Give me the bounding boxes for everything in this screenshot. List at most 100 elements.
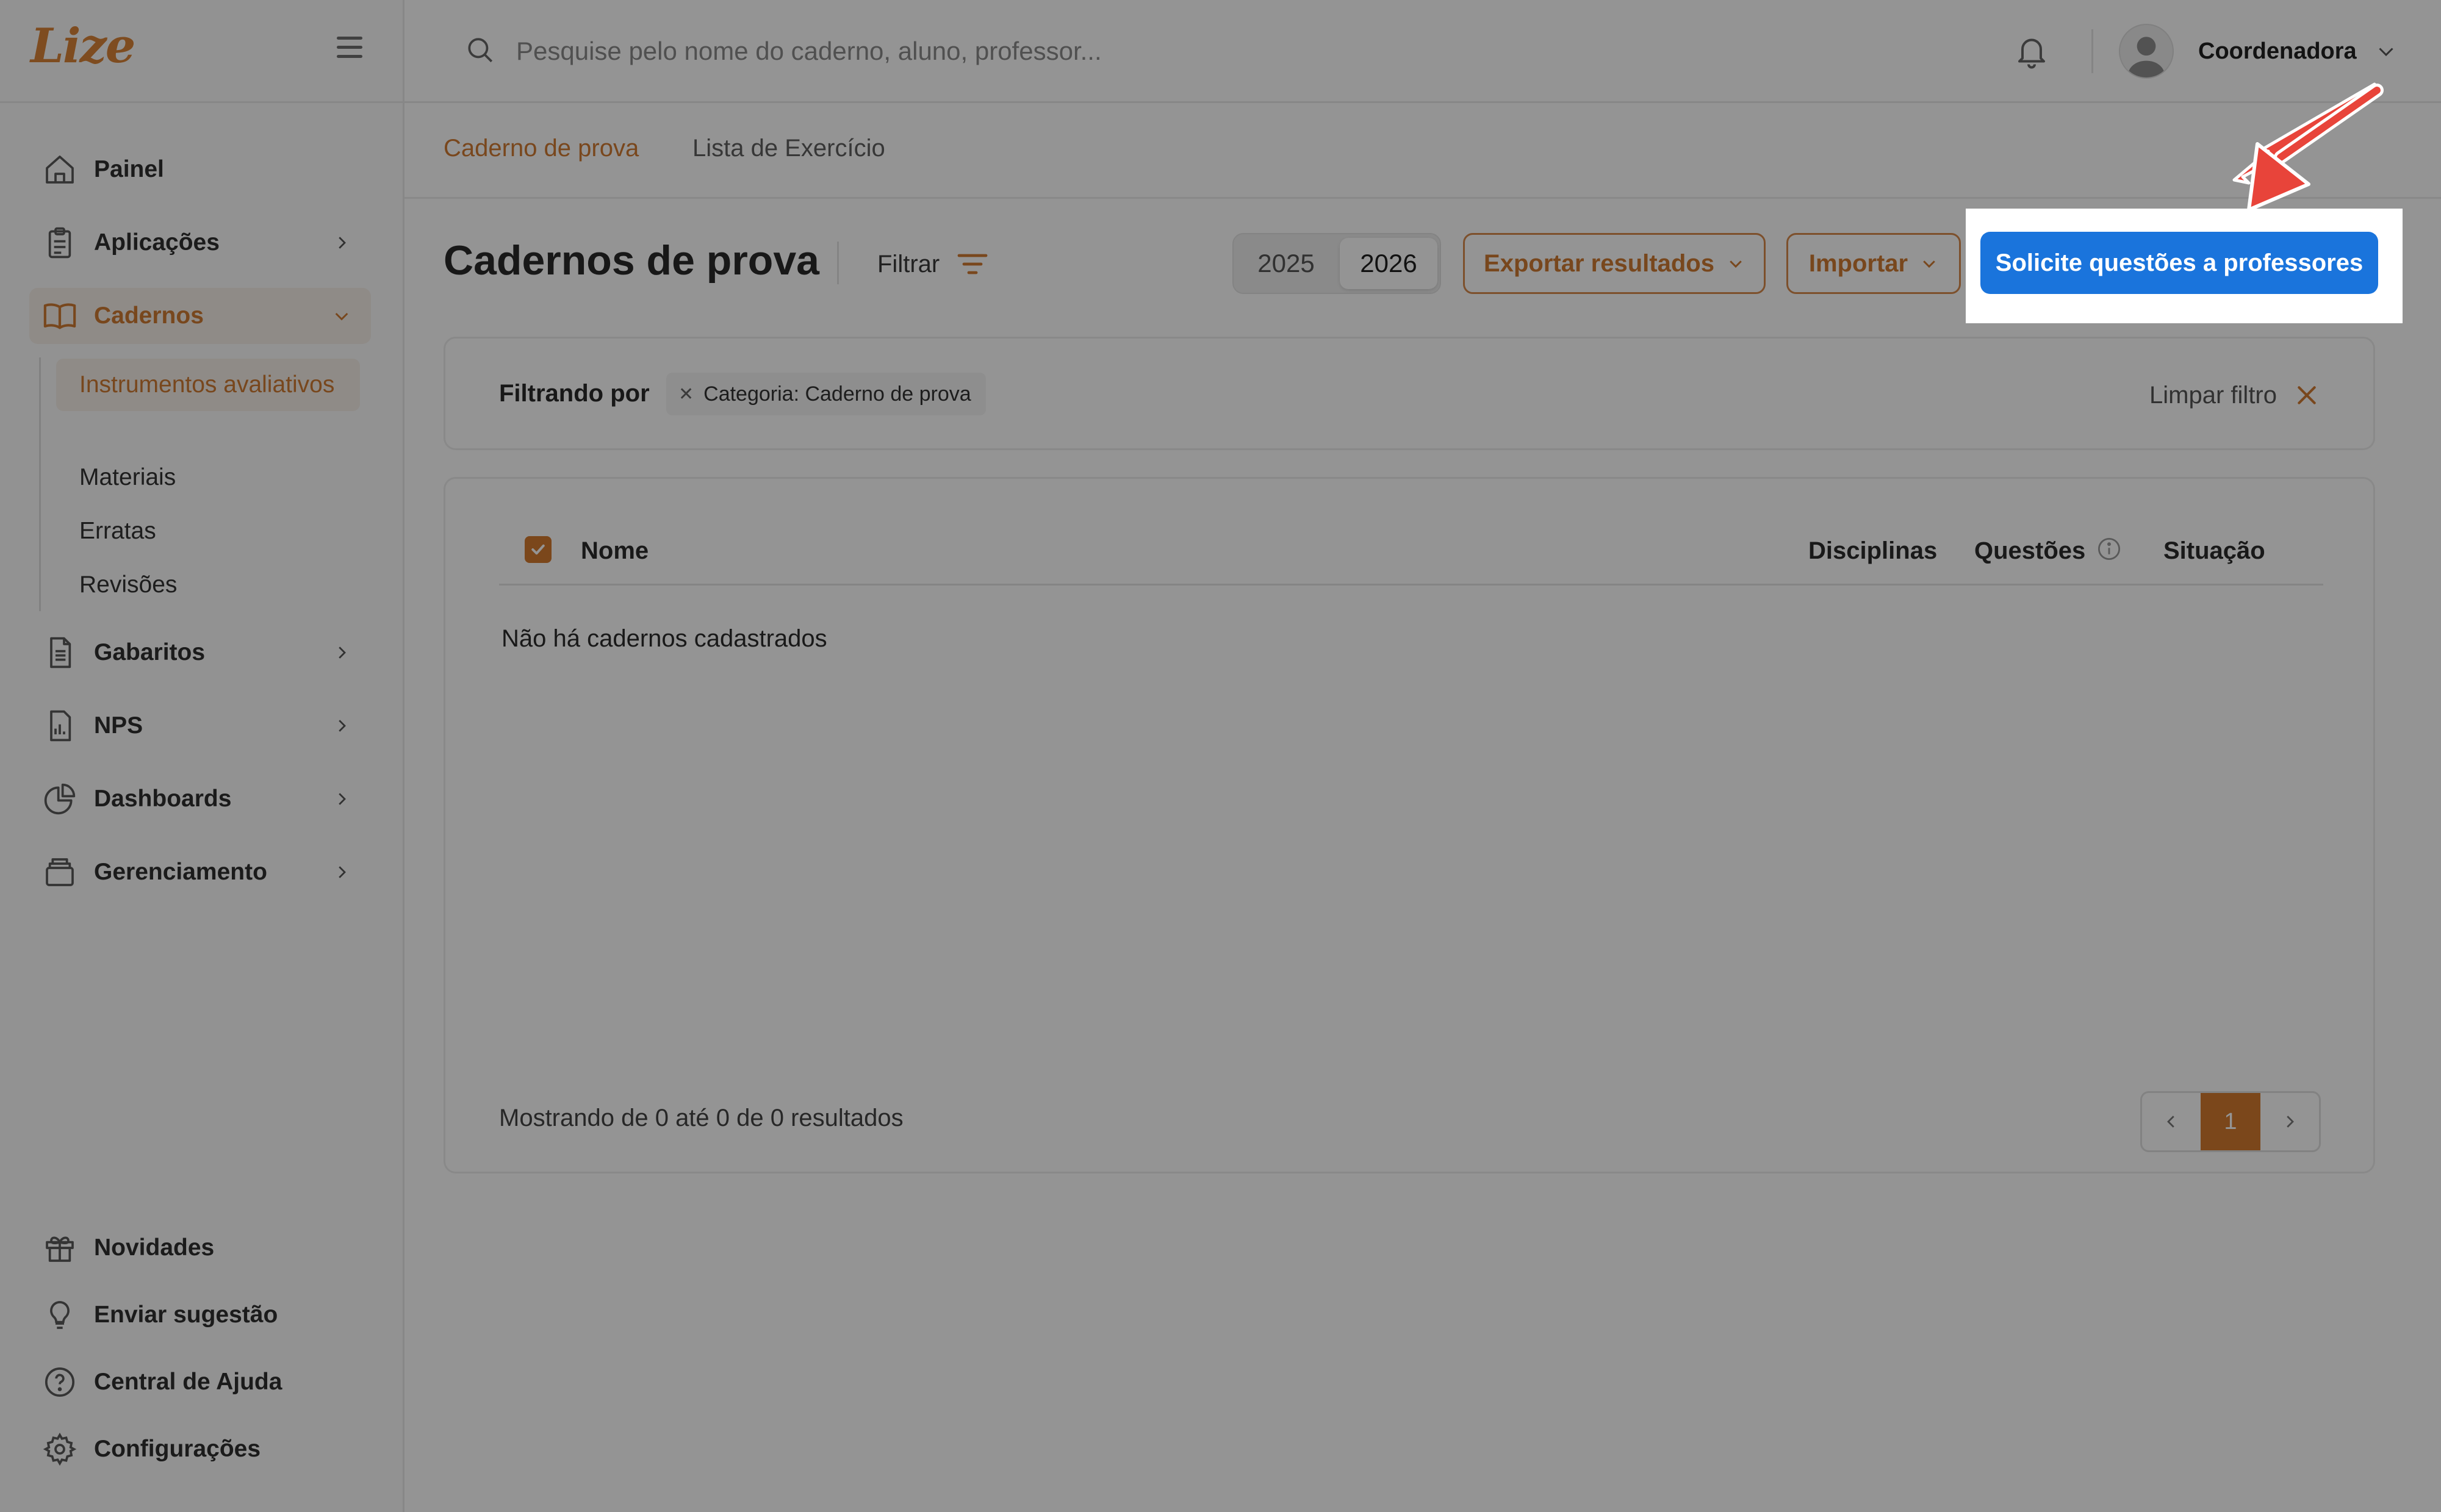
search-input[interactable] xyxy=(515,36,1494,66)
next-page-button[interactable] xyxy=(2260,1093,2319,1150)
sidebar-item-cadernos[interactable]: Cadernos xyxy=(29,288,371,344)
sidebar-subitem-revisoes[interactable]: Revisões xyxy=(56,559,360,611)
sidebar-item-label: Gerenciamento xyxy=(94,859,267,885)
overlay-mask-right xyxy=(2403,209,2441,323)
remove-chip-icon[interactable]: ✕ xyxy=(678,384,694,405)
sidebar-item-label: Central de Ajuda xyxy=(94,1369,282,1395)
column-header-disciplinas[interactable]: Disciplinas xyxy=(1808,537,1937,565)
sidebar-item-label: NPS xyxy=(94,712,143,739)
notification-bell-icon[interactable] xyxy=(2013,30,2051,72)
app-logo[interactable]: Lize xyxy=(31,18,135,74)
search-bar[interactable] xyxy=(465,29,1563,73)
export-label: Exportar resultados xyxy=(1484,249,1714,277)
filter-button[interactable]: Filtrar xyxy=(877,243,988,285)
page-number-button[interactable]: 1 xyxy=(2201,1093,2260,1150)
answer-sheet-icon xyxy=(41,634,78,671)
active-filters-bar: Filtrando por ✕ Categoria: Caderno de pr… xyxy=(444,337,2375,450)
sidebar-item-gabaritos[interactable]: Gabaritos xyxy=(29,625,371,681)
sidebar-item-configuracoes[interactable]: Configurações xyxy=(29,1421,371,1477)
export-results-button[interactable]: Exportar resultados xyxy=(1463,233,1766,294)
user-name: Coordenadora xyxy=(2198,38,2357,64)
import-button[interactable]: Importar xyxy=(1786,233,1961,294)
lightbulb-icon xyxy=(41,1297,78,1333)
chevron-down-icon xyxy=(329,304,354,328)
chevron-down-icon xyxy=(1923,260,1935,268)
sidebar-item-aplicacoes[interactable]: Aplicações xyxy=(29,215,371,271)
top-header: Coordenadora xyxy=(404,0,2441,103)
sidebar-subitem-instrumentos[interactable]: Instrumentos avaliativos xyxy=(56,359,360,411)
filter-chip-label: Categoria: Caderno de prova xyxy=(703,382,971,406)
chevron-right-icon xyxy=(329,640,354,665)
import-label: Importar xyxy=(1808,249,1908,277)
sidebar-item-central-de-ajuda[interactable]: Central de Ajuda xyxy=(29,1354,371,1410)
chevron-left-icon xyxy=(2167,1116,2174,1128)
empty-state-message: Não há cadernos cadastrados xyxy=(502,625,827,652)
chevron-right-icon xyxy=(329,231,354,255)
pie-chart-icon xyxy=(41,781,78,817)
sidebar-item-label: Aplicações xyxy=(94,229,220,256)
close-icon xyxy=(2298,386,2316,404)
column-header-nome[interactable]: Nome xyxy=(581,537,649,565)
chevron-right-icon xyxy=(329,860,354,884)
home-icon xyxy=(41,151,78,188)
sidebar-item-label: Enviar sugestão xyxy=(94,1302,278,1328)
sidebar-item-label: Gabaritos xyxy=(94,639,206,665)
sidebar: Lize Painel Aplicações Cadernos Instrume… xyxy=(0,0,404,1512)
filter-chip: ✕ Categoria: Caderno de prova xyxy=(666,373,986,415)
sidebar-subitem-erratas[interactable]: Erratas xyxy=(56,505,360,557)
select-all-checkbox[interactable] xyxy=(525,536,552,563)
title-divider xyxy=(837,242,839,284)
chevron-right-icon xyxy=(329,714,354,738)
page-title: Cadernos de prova xyxy=(444,237,819,284)
search-icon xyxy=(465,35,495,68)
filter-lines-icon xyxy=(957,254,988,274)
sidebar-item-painel[interactable]: Painel xyxy=(29,142,371,198)
sidebar-item-label: Configurações xyxy=(94,1436,261,1462)
gift-icon xyxy=(41,1230,78,1266)
request-questions-button[interactable]: Solicite questões a professores xyxy=(1980,232,2378,294)
sidebar-item-nps[interactable]: NPS xyxy=(29,698,371,754)
avatar xyxy=(2119,24,2174,79)
book-icon xyxy=(41,298,78,334)
sidebar-item-enviar-sugestao[interactable]: Enviar sugestão xyxy=(29,1287,371,1343)
chevron-right-icon xyxy=(2287,1116,2294,1128)
app-root: Lize Painel Aplicações Cadernos Instrume… xyxy=(0,0,2441,1512)
notebooks-table: Nome Disciplinas Questões Situação Não h… xyxy=(444,477,2375,1173)
hamburger-menu-icon[interactable] xyxy=(337,37,362,59)
sidebar-item-novidades[interactable]: Novidades xyxy=(29,1220,371,1276)
column-header-situacao[interactable]: Situação xyxy=(2163,537,2265,565)
filter-label: Filtrar xyxy=(877,250,940,278)
clear-filter-button[interactable]: Limpar filtro xyxy=(2149,375,2318,415)
clear-filter-label: Limpar filtro xyxy=(2149,381,2277,409)
archive-icon xyxy=(41,854,78,890)
chevron-down-icon xyxy=(2375,40,2397,62)
sidebar-divider xyxy=(0,101,403,103)
tab-caderno-de-prova[interactable]: Caderno de prova xyxy=(444,135,639,162)
bar-chart-icon xyxy=(41,708,78,744)
info-icon[interactable] xyxy=(2096,536,2122,565)
sidebar-item-gerenciamento[interactable]: Gerenciamento xyxy=(29,844,371,900)
chevron-right-icon xyxy=(329,787,354,811)
tab-bar: Caderno de prova Lista de Exercício xyxy=(404,103,2441,199)
sidebar-item-dashboards[interactable]: Dashboards xyxy=(29,771,371,827)
sidebar-subitem-materiais[interactable]: Materiais xyxy=(56,451,360,504)
sidebar-item-label: Painel xyxy=(94,156,164,182)
results-summary: Mostrando de 0 até 0 de 0 resultados xyxy=(499,1105,904,1131)
chevron-down-icon xyxy=(1730,260,1742,268)
checkmark-icon xyxy=(531,544,545,555)
sidebar-item-label: Novidades xyxy=(94,1234,215,1261)
previous-page-button[interactable] xyxy=(2142,1093,2201,1150)
help-icon xyxy=(41,1364,78,1400)
sidebar-item-label: Cadernos xyxy=(94,303,204,329)
gear-icon xyxy=(41,1431,78,1467)
clipboard-icon xyxy=(41,224,78,261)
user-menu[interactable]: Coordenadora xyxy=(2119,24,2397,79)
year-button-2026[interactable]: 2026 xyxy=(1340,238,1437,289)
filtering-by-label: Filtrando por xyxy=(499,380,650,407)
table-header: Nome Disciplinas Questões Situação xyxy=(499,515,2323,586)
column-header-questoes[interactable]: Questões xyxy=(1974,537,2085,565)
tab-lista-de-exercicio[interactable]: Lista de Exercício xyxy=(692,135,885,162)
year-button-2025[interactable]: 2025 xyxy=(1237,238,1335,289)
sidebar-item-label: Dashboards xyxy=(94,786,232,812)
year-toggle: 2025 2026 xyxy=(1232,233,1441,294)
